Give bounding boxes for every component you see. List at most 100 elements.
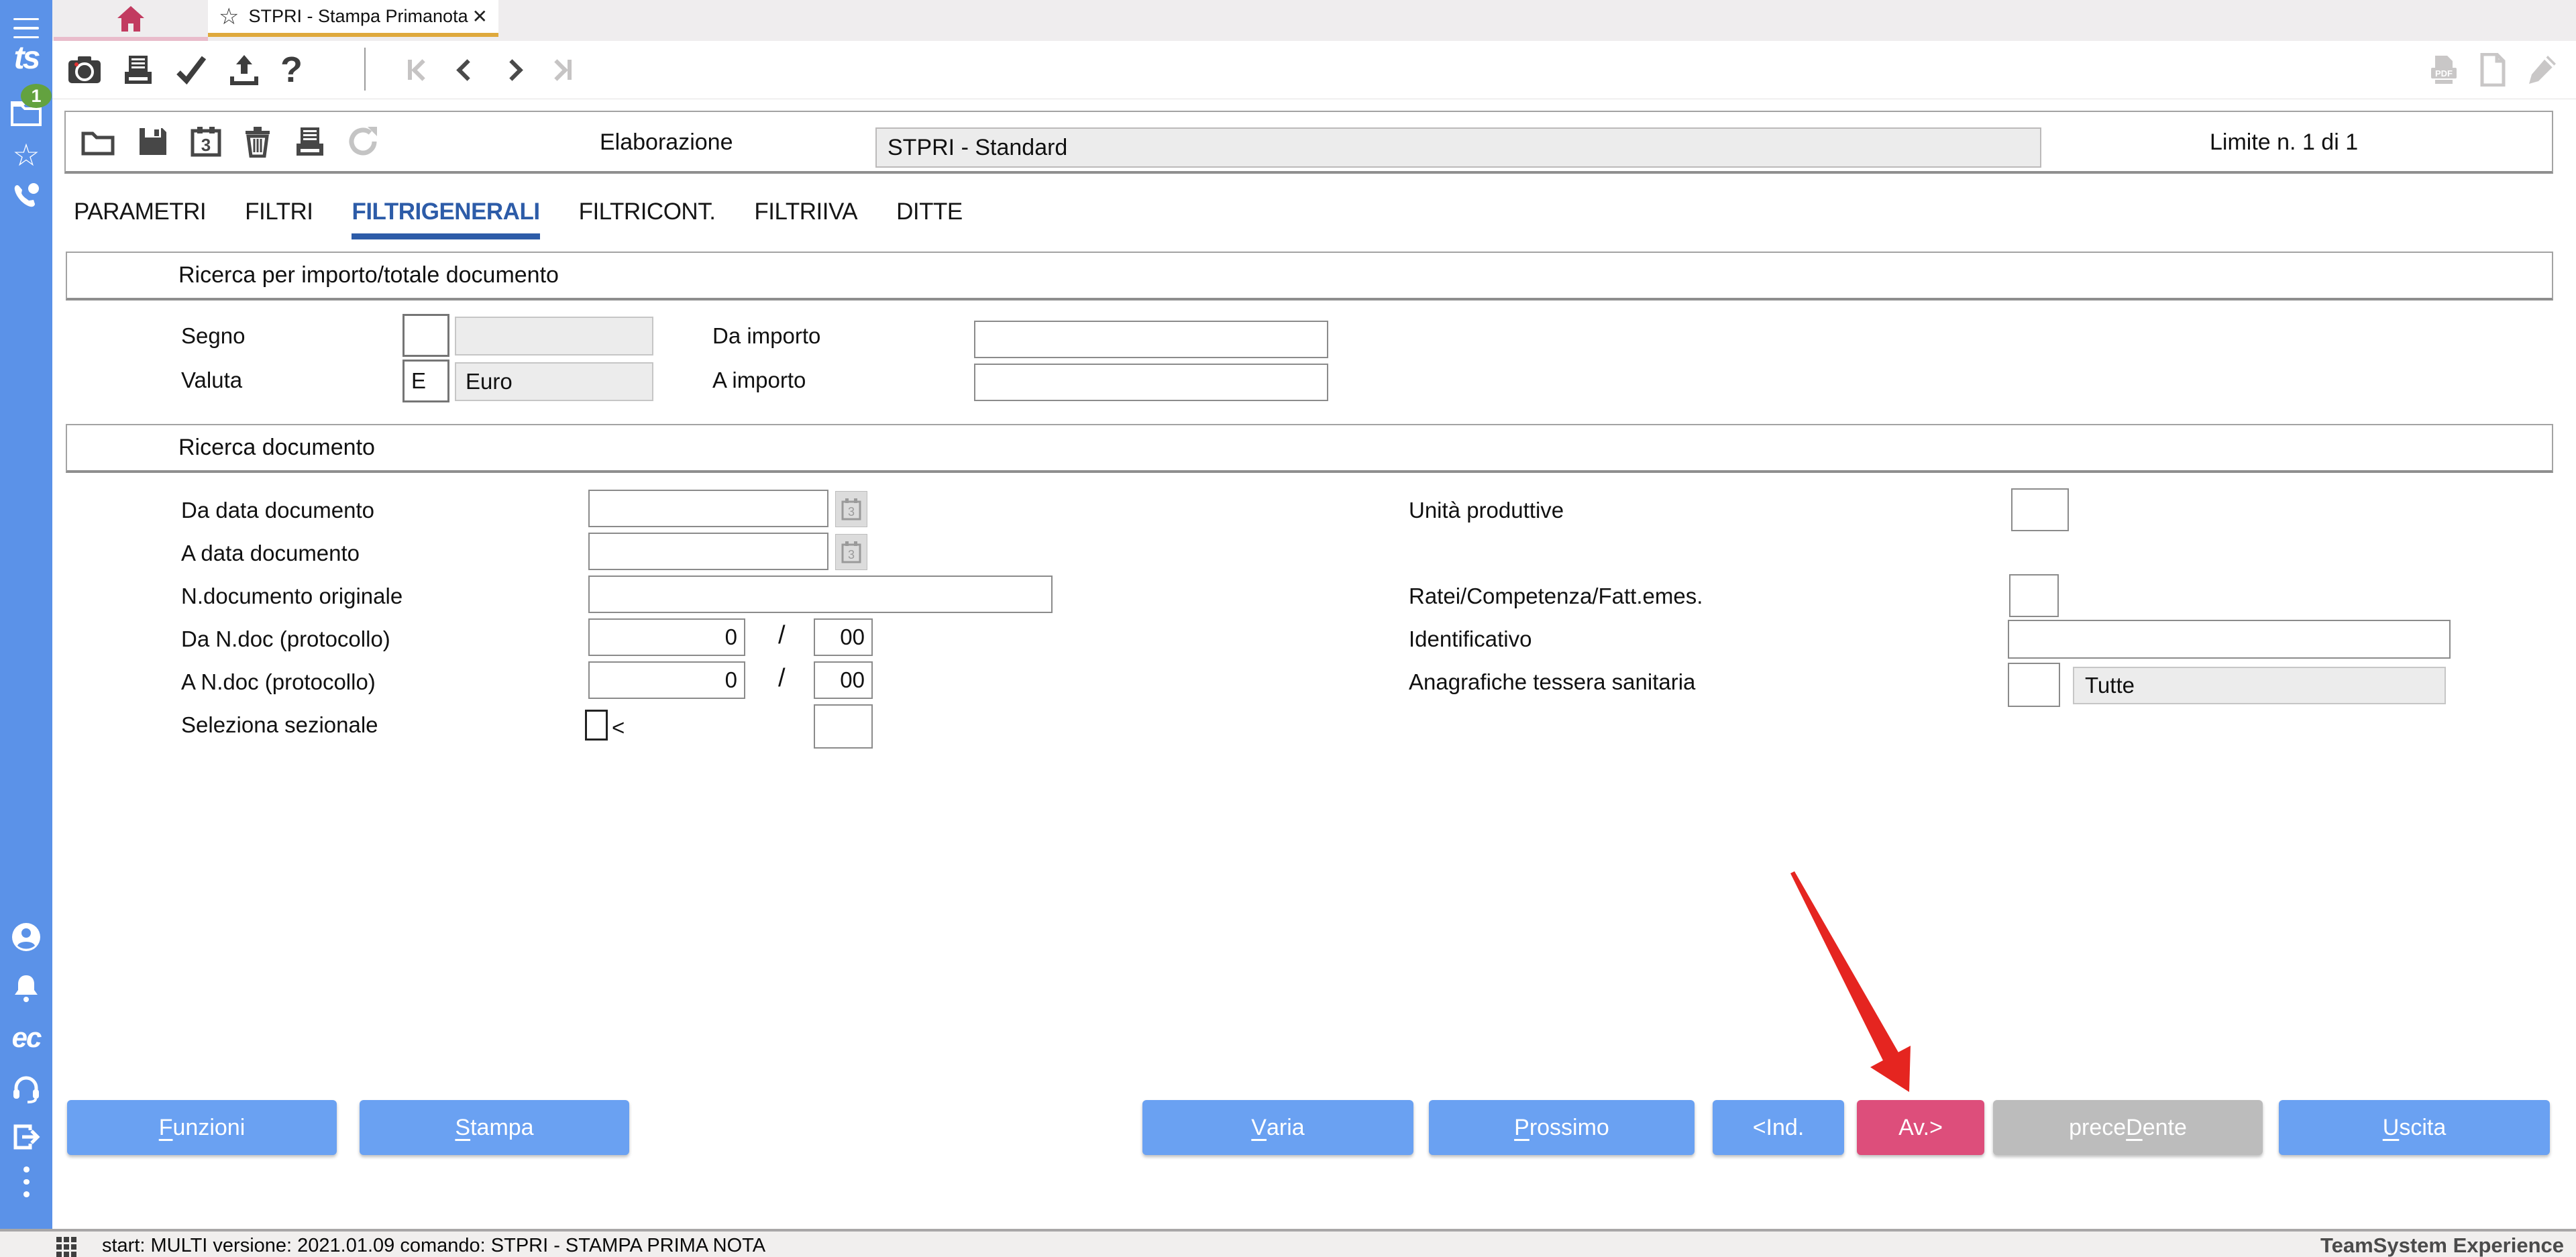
previous-record-icon[interactable] (460, 62, 475, 78)
da-data-input[interactable] (588, 490, 828, 527)
tab-filtri[interactable]: FILTRI (245, 199, 313, 239)
section-title-importo: Ricerca per importo/totale documento (66, 252, 2553, 300)
identificativo-label: Identificativo (1409, 626, 1532, 652)
ratei-input[interactable] (2009, 574, 2059, 617)
segno-label: Segno (181, 323, 245, 349)
a-data-calendar-icon[interactable]: 3 (835, 534, 867, 570)
segno-input[interactable] (402, 314, 449, 357)
a-ndoc-input[interactable]: 0 (588, 661, 745, 699)
avanti-button[interactable]: Av.> (1857, 1100, 1984, 1155)
pdf-print-icon[interactable]: PDF (2427, 53, 2461, 87)
status-text: start: MULTI versione: 2021.01.09 comand… (102, 1235, 765, 1257)
limit-label: Limite n. 1 di 1 (2210, 129, 2358, 156)
valuta-input[interactable]: E (402, 360, 449, 402)
a-ndoc-slash: / (778, 664, 786, 693)
main-toolbar: ? PDF (52, 41, 2576, 99)
favorite-star-icon[interactable]: ☆ (219, 3, 239, 30)
ndoc-originale-input[interactable] (588, 576, 1053, 613)
a-ndoc-label: A N.doc (protocollo) (181, 669, 376, 695)
da-importo-input[interactable] (974, 321, 1328, 358)
refresh-icon[interactable] (347, 125, 380, 158)
da-ndoc-slash: / (778, 621, 786, 650)
seleziona-sezionale-label: Seleziona sezionale (181, 712, 378, 738)
da-ndoc-suffix-input[interactable]: 00 (814, 618, 873, 656)
delete-trash-icon[interactable] (243, 125, 272, 158)
a-importo-input[interactable] (974, 364, 1328, 401)
varia-button[interactable]: Varia (1142, 1100, 1413, 1155)
svg-text:3: 3 (201, 135, 211, 155)
section-title-documento: Ricerca documento (66, 424, 2553, 473)
edit-pencil-icon[interactable] (2525, 53, 2559, 87)
valuta-label: Valuta (181, 368, 242, 393)
upload-icon[interactable] (228, 54, 260, 86)
svg-text:3: 3 (848, 548, 855, 561)
teamsystem-logo[interactable]: ts (0, 38, 52, 78)
more-options-icon[interactable] (0, 1163, 52, 1201)
ec-logo[interactable]: ec (0, 1020, 52, 1056)
unita-produttive-input[interactable] (2011, 488, 2069, 531)
first-record-icon[interactable] (408, 60, 430, 80)
da-ndoc-input[interactable]: 0 (588, 618, 745, 656)
anagrafiche-input[interactable] (2008, 663, 2060, 707)
a-data-input[interactable] (588, 533, 828, 570)
tab-filtrigenerali[interactable]: FILTRIGENERALI (352, 199, 539, 239)
anagrafiche-desc-field: Tutte (2073, 667, 2446, 704)
elaborazione-label: Elaborazione (600, 129, 733, 156)
tab-parametri[interactable]: PARAMETRI (74, 199, 206, 239)
da-ndoc-label: Da N.doc (protocollo) (181, 626, 390, 652)
save-icon[interactable] (137, 125, 169, 158)
logout-icon[interactable] (0, 1120, 52, 1154)
tab-bar: ☆ STPRI - Stampa Primanota ✕ (52, 0, 2576, 42)
brand-label: TeamSystem Experience (2320, 1234, 2564, 1257)
documents-folder-icon[interactable]: 1 (0, 95, 52, 131)
tab-home[interactable] (54, 0, 208, 41)
elaborazione-panel: 3 Elaborazione STPRI - Standard Limite n… (64, 111, 2553, 174)
tab-filtricont[interactable]: FILTRICONT. (579, 199, 716, 239)
print-icon[interactable] (122, 54, 154, 85)
svg-text:3: 3 (848, 505, 855, 518)
close-icon[interactable]: ✕ (472, 5, 488, 28)
seleziona-operator: < (612, 715, 625, 741)
precedente-button[interactable]: preceDente (1993, 1100, 2263, 1155)
indietro-button[interactable]: <Ind. (1713, 1100, 1844, 1155)
seleziona-checkbox[interactable] (585, 710, 608, 741)
support-headset-icon[interactable] (0, 1071, 52, 1107)
notifications-bell-icon[interactable] (0, 971, 52, 1005)
filter-tabstrip: PARAMETRI FILTRI FILTRIGENERALI FILTRICO… (74, 199, 963, 239)
tab-title: STPRI - Stampa Primanota (248, 6, 468, 27)
da-data-calendar-icon[interactable]: 3 (835, 491, 867, 527)
da-importo-label: Da importo (712, 323, 820, 349)
toolbar-separator (364, 48, 366, 91)
elaborazione-field[interactable]: STPRI - Standard (875, 127, 2041, 168)
tab-ditte[interactable]: DITTE (896, 199, 963, 239)
open-folder-icon[interactable] (80, 127, 115, 156)
print-icon[interactable] (294, 126, 326, 157)
app-grid-icon[interactable] (56, 1237, 76, 1257)
tab-active[interactable]: ☆ STPRI - Stampa Primanota ✕ (208, 0, 498, 37)
app-window: ts 1 ☆ ec ☆ STPR (0, 0, 2576, 1257)
last-record-icon[interactable] (549, 60, 572, 80)
camera-icon[interactable] (67, 55, 102, 85)
sidebar: ts 1 ☆ ec (0, 0, 52, 1233)
calendar-icon[interactable]: 3 (191, 125, 221, 158)
prossimo-button[interactable]: Prossimo (1429, 1100, 1695, 1155)
identificativo-input[interactable] (2008, 620, 2451, 659)
user-icon[interactable] (0, 920, 52, 954)
a-data-label: A data documento (181, 541, 360, 566)
favorites-star-icon[interactable]: ☆ (0, 138, 52, 172)
confirm-check-icon[interactable] (174, 55, 208, 85)
a-ndoc-suffix-input[interactable]: 00 (814, 661, 873, 699)
next-record-icon[interactable] (504, 62, 520, 78)
new-document-icon[interactable] (2479, 53, 2506, 87)
a-importo-label: A importo (712, 368, 806, 393)
tab-filtriiva[interactable]: FILTRIIVA (754, 199, 857, 239)
svg-text:PDF: PDF (2435, 68, 2453, 78)
valuta-desc-field: Euro (455, 362, 653, 401)
stampa-button[interactable]: Stampa (360, 1100, 629, 1155)
seleziona-input[interactable] (814, 704, 873, 749)
unita-produttive-label: Unità produttive (1409, 498, 1564, 523)
uscita-button[interactable]: Uscita (2279, 1100, 2550, 1155)
phone-icon[interactable] (0, 180, 52, 213)
funzioni-button[interactable]: Funzioni (67, 1100, 337, 1155)
help-icon[interactable]: ? (280, 49, 303, 91)
